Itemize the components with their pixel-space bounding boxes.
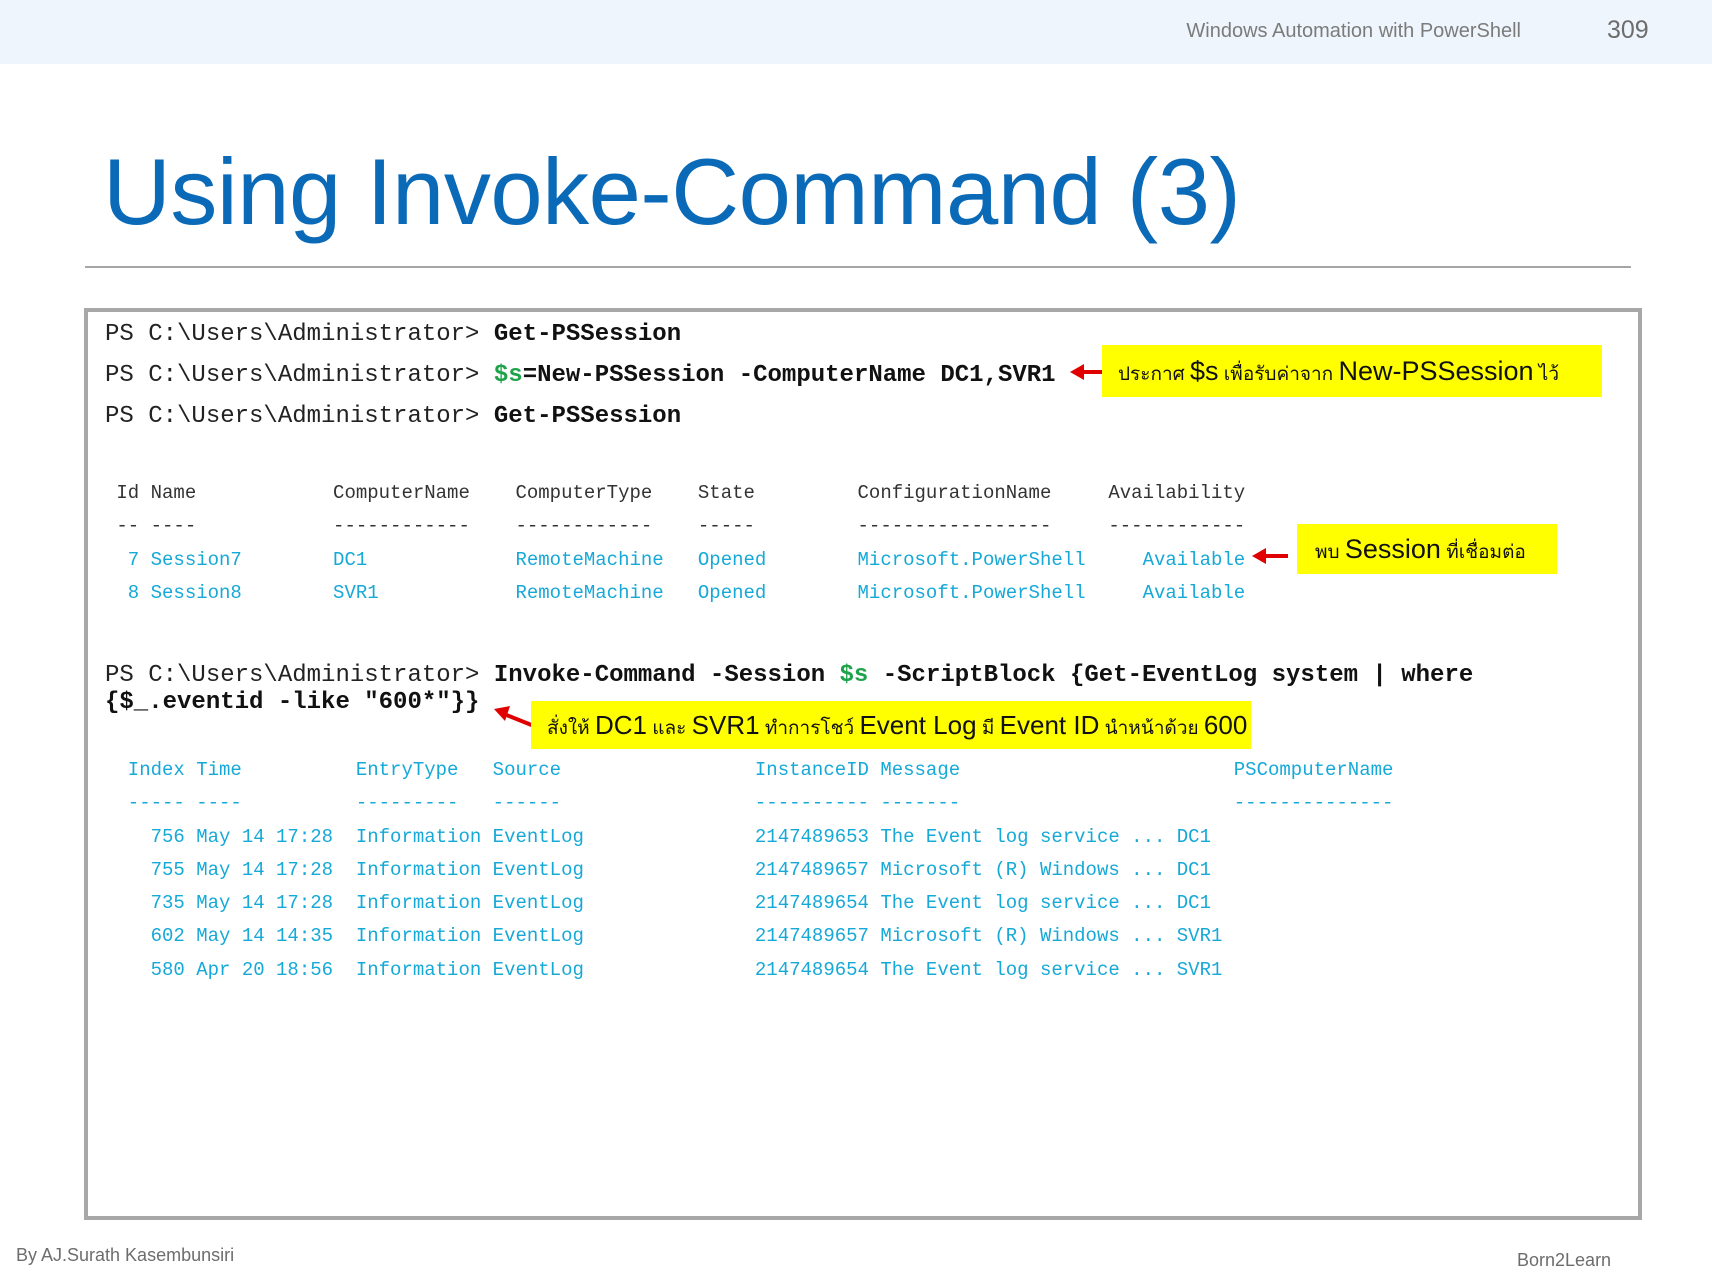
command-line-1: PS C:\Users\Administrator> Get-PSSession (105, 321, 681, 348)
prompt: PS C:\Users\Administrator> (105, 662, 480, 689)
brand-name: Born2Learn (1517, 1250, 1612, 1270)
callout-new-pssession: ประกาศ $s เพื่อรับค่าจาก New-PSSession ไ… (1102, 345, 1602, 397)
command-text: -ScriptBlock {Get-EventLog system | wher… (868, 662, 1474, 689)
table-row: 755 May 14 17:28 Information EventLog 21… (105, 859, 1211, 881)
powershell-console: PS C:\Users\Administrator> Get-PSSession… (84, 308, 1642, 1220)
command-text: Invoke-Command -Session (493, 662, 840, 689)
header-bar: Windows Automation with PowerShell 309 (0, 0, 1712, 64)
slide-title: Using Invoke-Command (3) (103, 139, 1241, 244)
callout-session-found: พบ Session ที่เชื่อมต่อ (1297, 524, 1557, 574)
table-row: 756 May 14 17:28 Information EventLog 21… (105, 826, 1211, 848)
command-line-3: PS C:\Users\Administrator> Get-PSSession (105, 403, 681, 430)
table-row: 602 May 14 14:35 Information EventLog 21… (105, 925, 1223, 947)
author-credit: By AJ.Surath Kasembunsiri (16, 1245, 235, 1265)
table-row: 8 Session8 SVR1 RemoteMachine Opened Mic… (105, 582, 1246, 604)
course-title: Windows Automation with PowerShell (1186, 20, 1521, 42)
events-table-divider: ----- ---- --------- ------ ---------- -… (105, 792, 1394, 814)
table-row: 7 Session7 DC1 RemoteMachine Opened Micr… (105, 549, 1246, 571)
variable-s: $s (839, 662, 869, 689)
sessions-table-divider: -- ---- ------------ ------------ ----- … (105, 515, 1246, 537)
command-text: {$_.eventid -like "600*"}} (105, 689, 480, 716)
arrow-left-icon (1252, 548, 1288, 564)
events-table-header: Index Time EntryType Source InstanceID M… (105, 759, 1394, 781)
command-line-4-continued: {$_.eventid -like "600*"}} (105, 689, 479, 716)
prompt: PS C:\Users\Administrator> (105, 321, 480, 348)
sessions-table-header: Id Name ComputerName ComputerType State … (105, 482, 1246, 504)
arrow-up-left-icon (494, 706, 535, 728)
command-text: =New-PSSession -ComputerName DC1,SVR1 (522, 362, 1056, 389)
page-number: 309 (1607, 16, 1649, 44)
command-text: Get-PSSession (493, 321, 682, 348)
callout-event-log: สั่งให้ DC1 และ SVR1 ทำการโชว์ Event Log… (531, 701, 1251, 749)
prompt: PS C:\Users\Administrator> (105, 362, 480, 389)
table-row: 580 Apr 20 18:56 Information EventLog 21… (105, 959, 1223, 981)
table-row: 735 May 14 17:28 Information EventLog 21… (105, 892, 1211, 914)
command-line-4: PS C:\Users\Administrator> Invoke-Comman… (105, 662, 1473, 689)
command-text: Get-PSSession (493, 403, 682, 430)
prompt: PS C:\Users\Administrator> (105, 403, 480, 430)
title-divider (85, 266, 1631, 268)
variable-s: $s (493, 362, 523, 389)
command-line-2: PS C:\Users\Administrator> $s=New-PSSess… (105, 362, 1056, 389)
